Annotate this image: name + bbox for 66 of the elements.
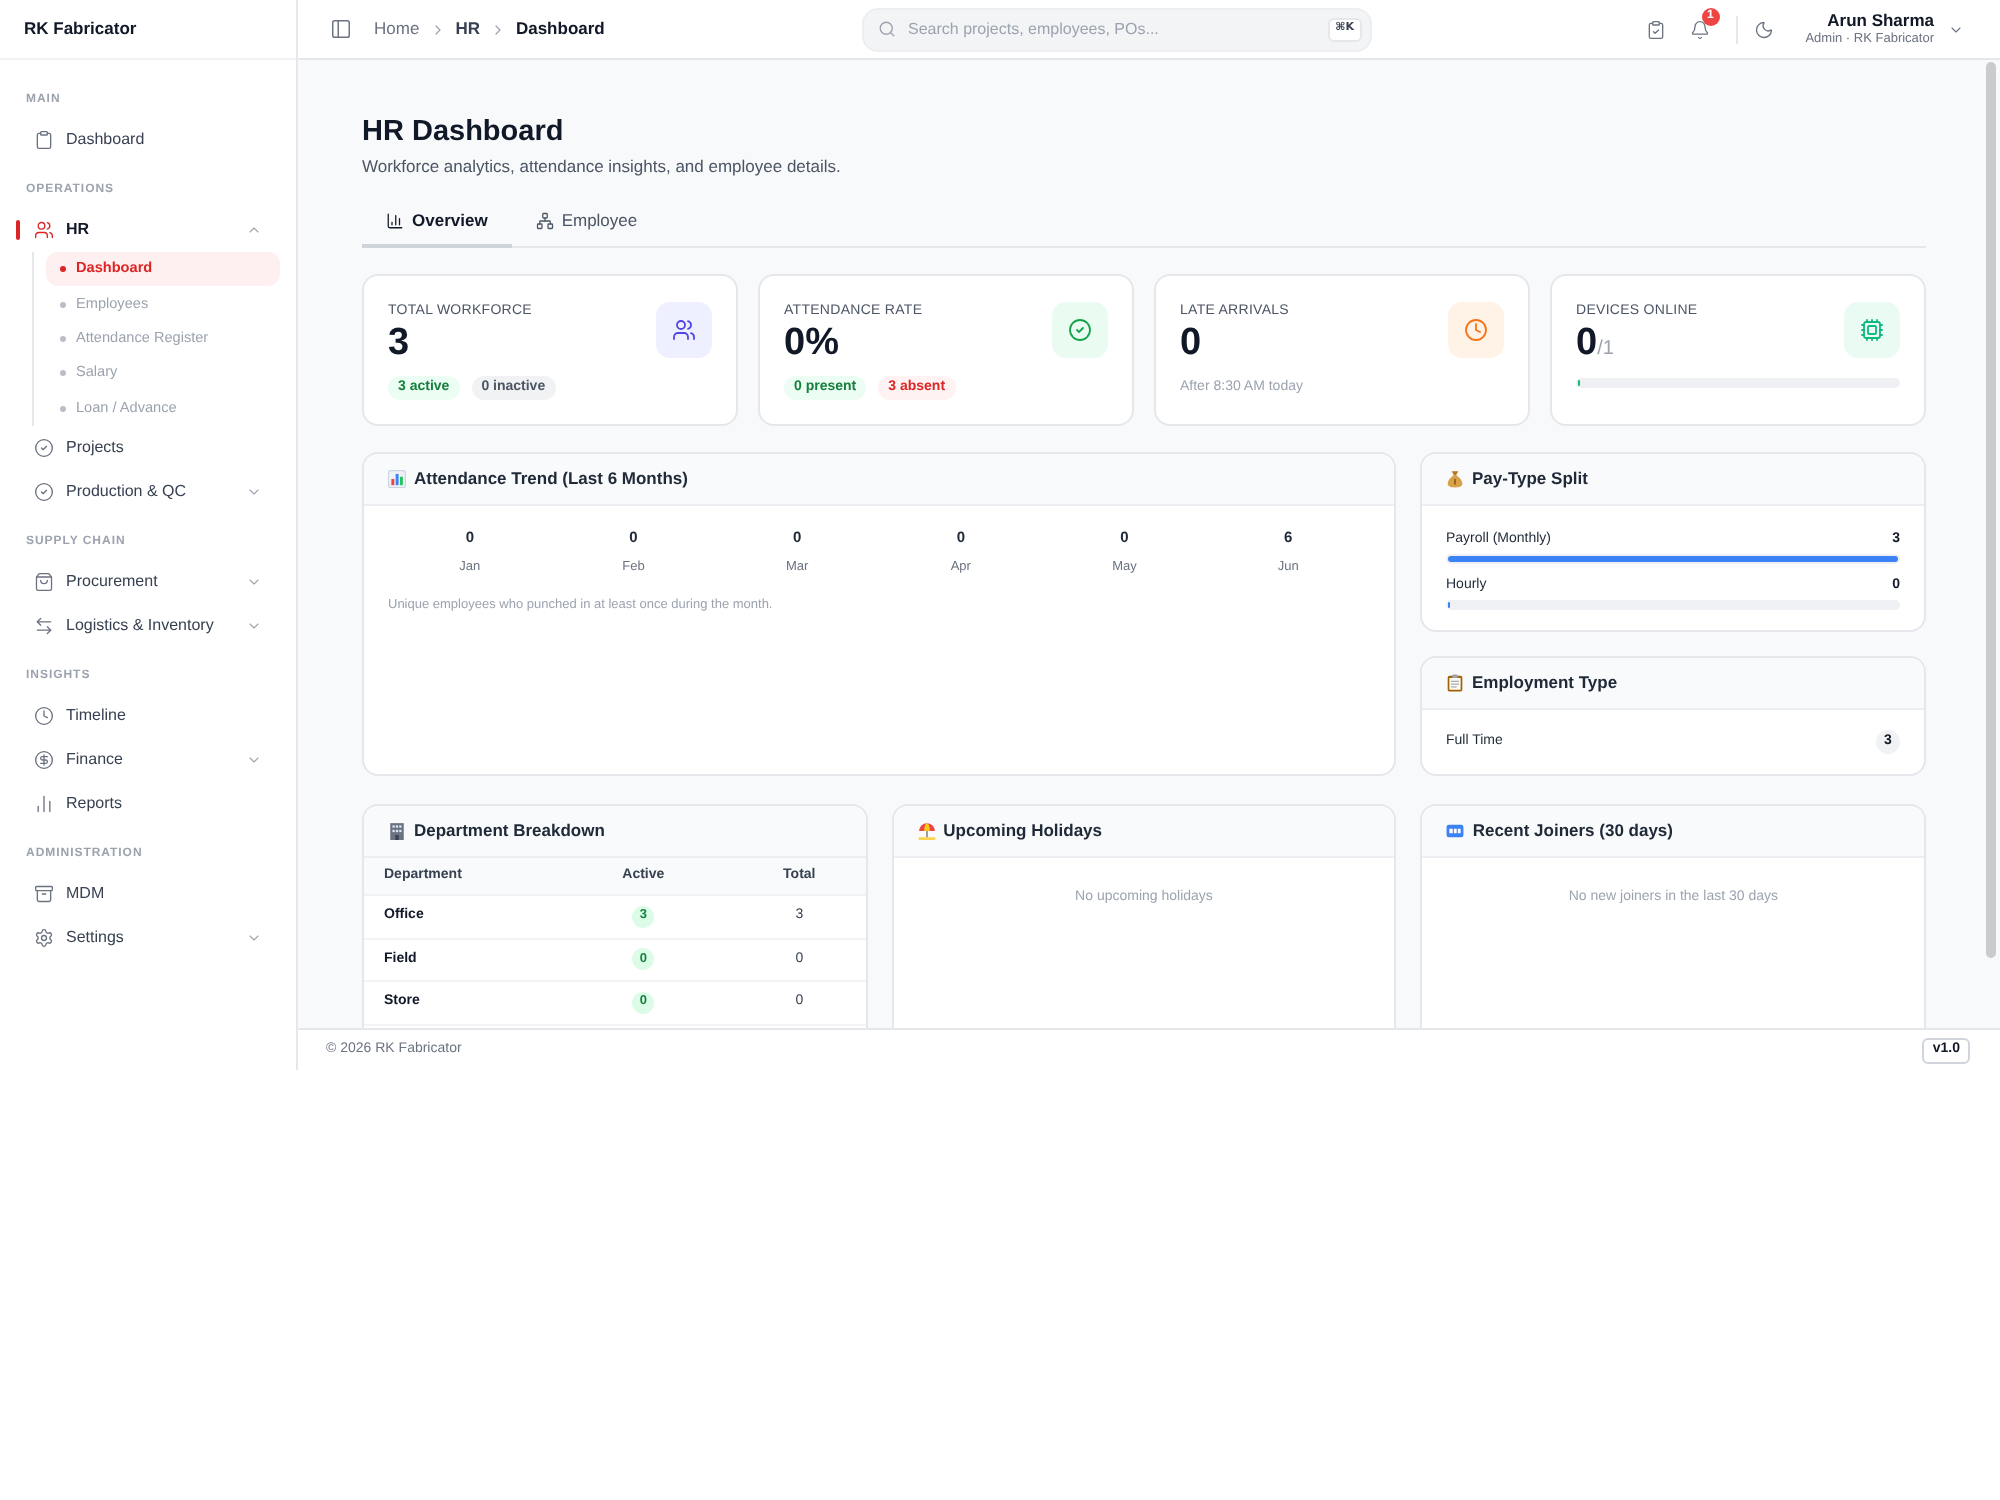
card-title: Department Breakdown	[414, 818, 605, 844]
user-name: Arun Sharma	[1827, 10, 1934, 30]
archive-icon	[34, 883, 54, 904]
clock-icon	[1448, 302, 1504, 358]
card-title: Upcoming Holidays	[943, 818, 1102, 844]
nav-item[interactable]: Production & QC	[16, 469, 280, 514]
tab[interactable]: Employee	[511, 196, 662, 248]
clock-icon	[34, 705, 54, 726]
bullet-icon	[60, 266, 66, 273]
check-circle-icon	[34, 481, 54, 502]
moon-icon[interactable]	[1753, 19, 1774, 39]
stat-value: 0	[1576, 320, 1598, 366]
card-title: Recent Joiners (30 days)	[1472, 818, 1673, 844]
stat-value: 0	[1180, 320, 1202, 366]
card-title: Pay-Type Split	[1472, 466, 1588, 492]
bullet-icon	[60, 335, 66, 342]
nav-item[interactable]: Reports	[16, 781, 280, 826]
tab[interactable]: Overview	[362, 196, 512, 248]
card-title: Attendance Trend (Last 6 Months)	[414, 466, 688, 492]
bullet-icon	[60, 405, 66, 412]
money-bag-icon	[1446, 470, 1464, 488]
dollar-circle-icon	[34, 749, 54, 770]
sign-icon	[1446, 822, 1465, 840]
chip-icon	[1844, 302, 1900, 358]
nav-item[interactable]: Dashboard	[16, 118, 280, 162]
sidebar-toggle-icon[interactable]	[330, 18, 352, 40]
active-indicator	[16, 220, 20, 240]
bar-chart-icon	[388, 470, 406, 488]
nav-item[interactable]: Projects	[16, 425, 280, 470]
nav-item[interactable]: Settings	[16, 915, 280, 960]
bullet-icon	[60, 301, 66, 308]
card-title: Employment Type	[1472, 670, 1618, 696]
clipboard-check-icon[interactable]	[1645, 19, 1666, 39]
nav-item[interactable]: Logistics & Inventory	[16, 603, 280, 648]
people-icon	[656, 302, 712, 358]
nav-item[interactable]: Procurement	[16, 559, 280, 604]
nav-item[interactable]: MDM	[16, 871, 280, 916]
shopping-bag-icon	[34, 571, 54, 592]
check-circle-icon	[34, 437, 54, 458]
search-icon	[878, 20, 896, 38]
breadcrumb-link[interactable]: HR	[455, 16, 480, 42]
nav-item[interactable]: Timeline	[16, 693, 280, 738]
breadcrumb-link[interactable]: Home	[374, 16, 420, 42]
bar-chart-icon	[34, 793, 54, 814]
nav-item[interactable]: Finance	[16, 737, 280, 782]
people-icon	[34, 220, 54, 240]
chevron-up-icon[interactable]	[246, 222, 262, 238]
brand-name: RK Fabricator	[24, 16, 137, 42]
page-title: HR Dashboard	[362, 114, 566, 152]
page-subtitle: Workforce analytics, attendance insights, and employee details.	[362, 154, 843, 178]
office-building-icon	[388, 822, 406, 840]
settings-icon	[34, 927, 54, 948]
clipboard-icon	[34, 130, 54, 150]
nav-item[interactable]: HR	[16, 208, 280, 252]
breadcrumb-link[interactable]: Dashboard	[515, 16, 605, 42]
bar-chart-icon	[386, 211, 404, 229]
clipboard-icon	[1446, 674, 1464, 692]
stat-total: /1	[1597, 336, 1614, 364]
beach-umbrella-icon	[917, 822, 936, 840]
arrows-icon	[34, 615, 54, 636]
hierarchy-icon	[535, 211, 554, 229]
scrollbar-thumb[interactable]	[1986, 62, 1996, 958]
notifications-icon[interactable]	[1689, 19, 1710, 39]
bullet-icon	[60, 370, 66, 377]
stat-value: 0%	[784, 320, 839, 366]
stat-value: 3	[388, 320, 410, 366]
